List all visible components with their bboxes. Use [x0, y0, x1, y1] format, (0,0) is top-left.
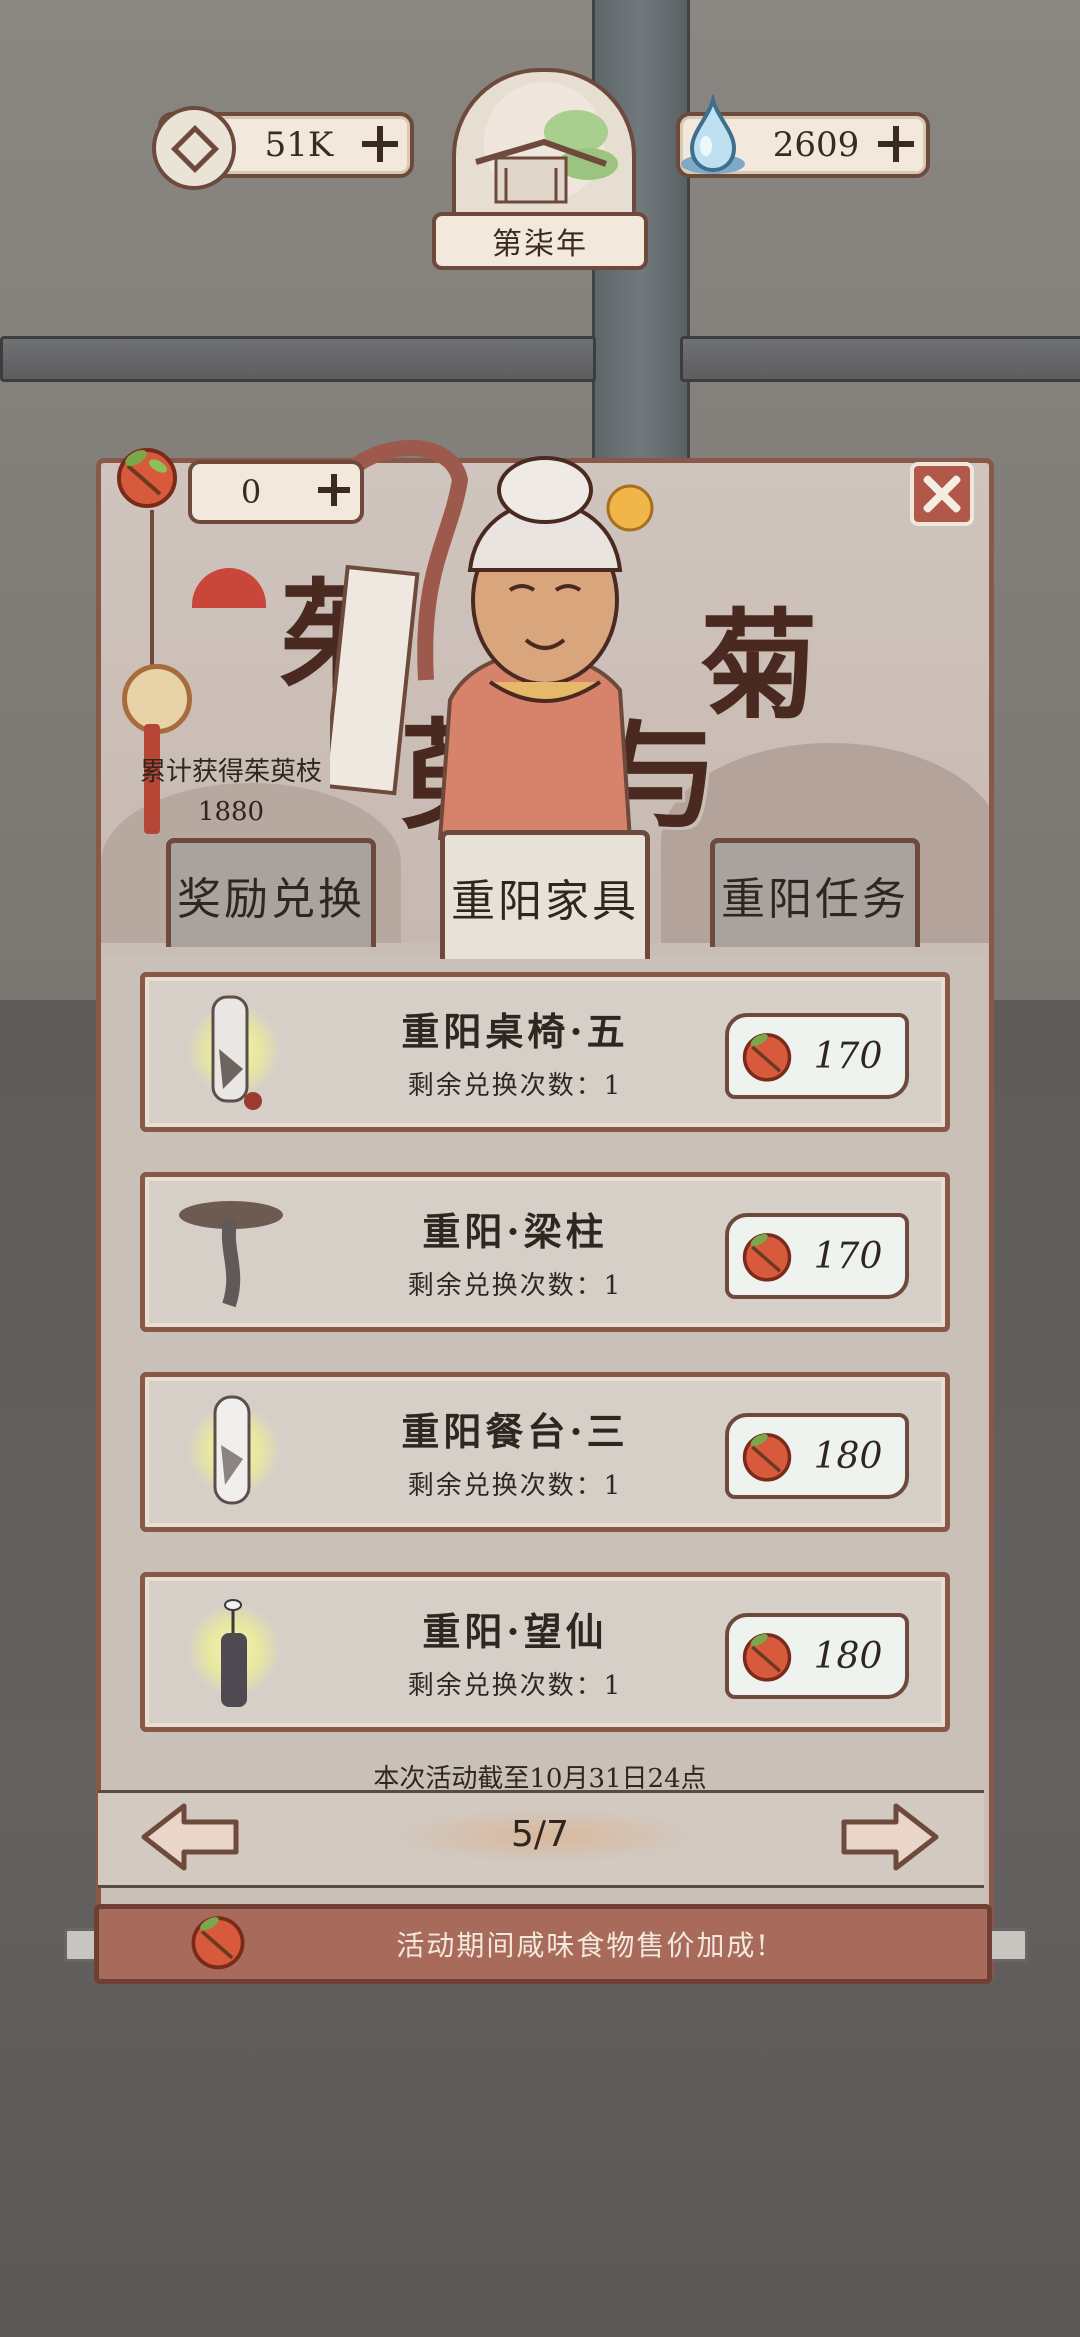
zhuyu-fruit-icon: [742, 1033, 792, 1082]
tab-chongyang-furniture[interactable]: 重阳家具: [440, 830, 650, 959]
exchange-price-button[interactable]: 170: [725, 1013, 909, 1099]
furniture-dining-table-icon: [213, 1395, 251, 1505]
add-water-plus-icon[interactable]: [876, 124, 916, 164]
exchange-price-button[interactable]: 180: [725, 1613, 909, 1699]
furniture-pillar-tree-icon: [179, 1201, 283, 1308]
scroll-rod-right: [986, 1928, 1028, 1962]
bonus-footer: 活动期间咸味食物售价加成!: [94, 1904, 992, 1984]
item-name: 重阳餐台·三: [401, 1409, 629, 1454]
accumulated-panel: 累计获得茱萸枝 1880: [116, 752, 346, 832]
list-item: 重阳·望仙 剩余兑换次数：1 180: [140, 1572, 950, 1732]
item-price: 180: [813, 1635, 883, 1677]
item-name: 重阳桌椅·五: [401, 1009, 629, 1054]
wood-beam-left: [0, 336, 596, 382]
exchange-price-button[interactable]: 180: [725, 1413, 909, 1499]
close-icon[interactable]: [910, 462, 974, 526]
coin-value: 51K: [264, 125, 334, 165]
bonus-text: 活动期间咸味食物售价加成!: [396, 1929, 770, 1962]
zhuyu-counter-value: 0: [240, 473, 262, 511]
item-name: 重阳·梁柱: [422, 1209, 608, 1254]
furniture-table-chair-icon: [211, 995, 262, 1110]
add-coins-plus-icon[interactable]: [360, 124, 400, 164]
arrow-right-icon[interactable]: [840, 1802, 940, 1872]
wood-beam-right: [680, 336, 1080, 382]
water-drop-icon: [681, 94, 745, 174]
exchange-price-button[interactable]: 170: [725, 1213, 909, 1299]
item-price: 170: [813, 1235, 883, 1277]
water-value: 2609: [772, 125, 860, 165]
item-price: 170: [813, 1035, 883, 1077]
coin-counter[interactable]: 51K: [152, 106, 414, 190]
zhuyu-fruit-icon: [742, 1633, 792, 1682]
item-remaining: 剩余兑换次数：1: [407, 1071, 623, 1101]
year-emblem: [452, 68, 636, 226]
zhuyu-fruit-icon: [117, 448, 177, 508]
page-indicator: 5/7: [511, 1814, 569, 1855]
coin-icon: [152, 106, 236, 190]
year-label: 第柒年: [432, 212, 648, 270]
item-remaining: 剩余兑换次数：1: [407, 1271, 623, 1301]
add-zhuyu-plus-icon[interactable]: [316, 472, 352, 508]
grandma-character: [330, 440, 654, 840]
water-counter[interactable]: 2609: [676, 94, 930, 178]
zhuyu-fruit-icon: [742, 1233, 792, 1282]
zhuyu-fruit-icon: [742, 1433, 792, 1482]
item-remaining: 剩余兑换次数：1: [407, 1471, 623, 1501]
tab-reward-exchange[interactable]: 奖励兑换: [166, 838, 376, 947]
accumulated-label: 累计获得茱萸枝: [139, 757, 322, 787]
furniture-wangxian-icon: [221, 1599, 247, 1707]
item-name: 重阳·望仙: [422, 1609, 608, 1654]
list-item: 重阳餐台·三 剩余兑换次数：1 180: [140, 1372, 950, 1532]
list-item: 重阳桌椅·五 剩余兑换次数：1 170: [140, 972, 950, 1132]
accumulated-value: 1880: [197, 797, 265, 827]
item-price: 180: [813, 1435, 883, 1477]
tab-chongyang-tasks[interactable]: 重阳任务: [710, 838, 920, 947]
zhuyu-counter[interactable]: 0: [188, 460, 364, 524]
list-item: 重阳·梁柱 剩余兑换次数：1 170: [140, 1172, 950, 1332]
item-remaining: 剩余兑换次数：1: [407, 1671, 623, 1701]
arrow-left-icon[interactable]: [140, 1802, 240, 1872]
